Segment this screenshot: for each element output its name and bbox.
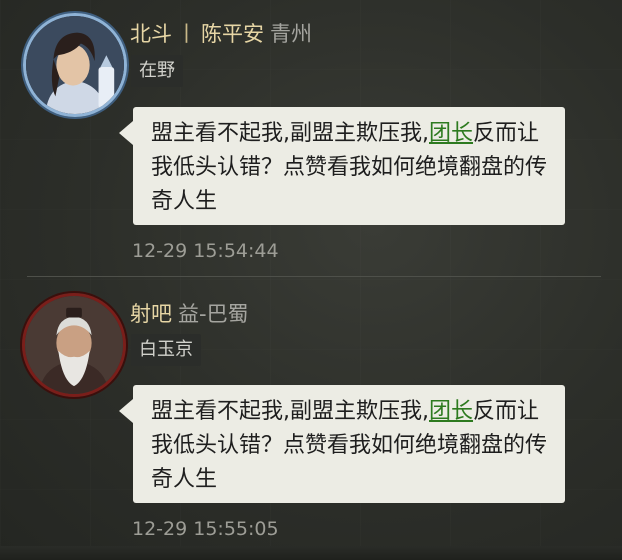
- message-timestamp: 12-29 15:55:05: [132, 518, 279, 540]
- message-text: 盟主看不起我,副盟主欺压我,: [151, 399, 429, 424]
- faction-tag: 白玉京: [131, 334, 201, 366]
- message-bubble: 盟主看不起我,副盟主欺压我,团长反而让我低头认错？点赞看我如何绝境翻盘的传奇人生: [119, 107, 565, 225]
- old-general-portrait-icon: [25, 296, 123, 394]
- message-text: 盟主看不起我,副盟主欺压我,: [151, 121, 429, 146]
- avatar[interactable]: [22, 293, 126, 397]
- sender-name[interactable]: 射吧: [130, 302, 172, 326]
- sender-region: 益-巴蜀: [178, 302, 249, 326]
- sender-name-secondary[interactable]: 陈平安: [201, 22, 264, 46]
- sender-region: 青州: [270, 22, 312, 46]
- message-divider: [27, 276, 601, 277]
- bottom-edge: [0, 546, 622, 560]
- young-swordsman-portrait-icon: [26, 16, 124, 114]
- faction-tag: 在野: [131, 55, 183, 87]
- name-separator: 丨: [176, 22, 197, 46]
- message-bubble: 盟主看不起我,副盟主欺压我,团长反而让我低头认错？点赞看我如何绝境翻盘的传奇人生: [119, 385, 565, 503]
- message-timestamp: 12-29 15:54:44: [132, 240, 279, 262]
- message-link[interactable]: 团长: [429, 399, 473, 424]
- avatar[interactable]: [23, 13, 127, 117]
- message-link[interactable]: 团长: [429, 121, 473, 146]
- sender-name[interactable]: 北斗: [130, 22, 172, 46]
